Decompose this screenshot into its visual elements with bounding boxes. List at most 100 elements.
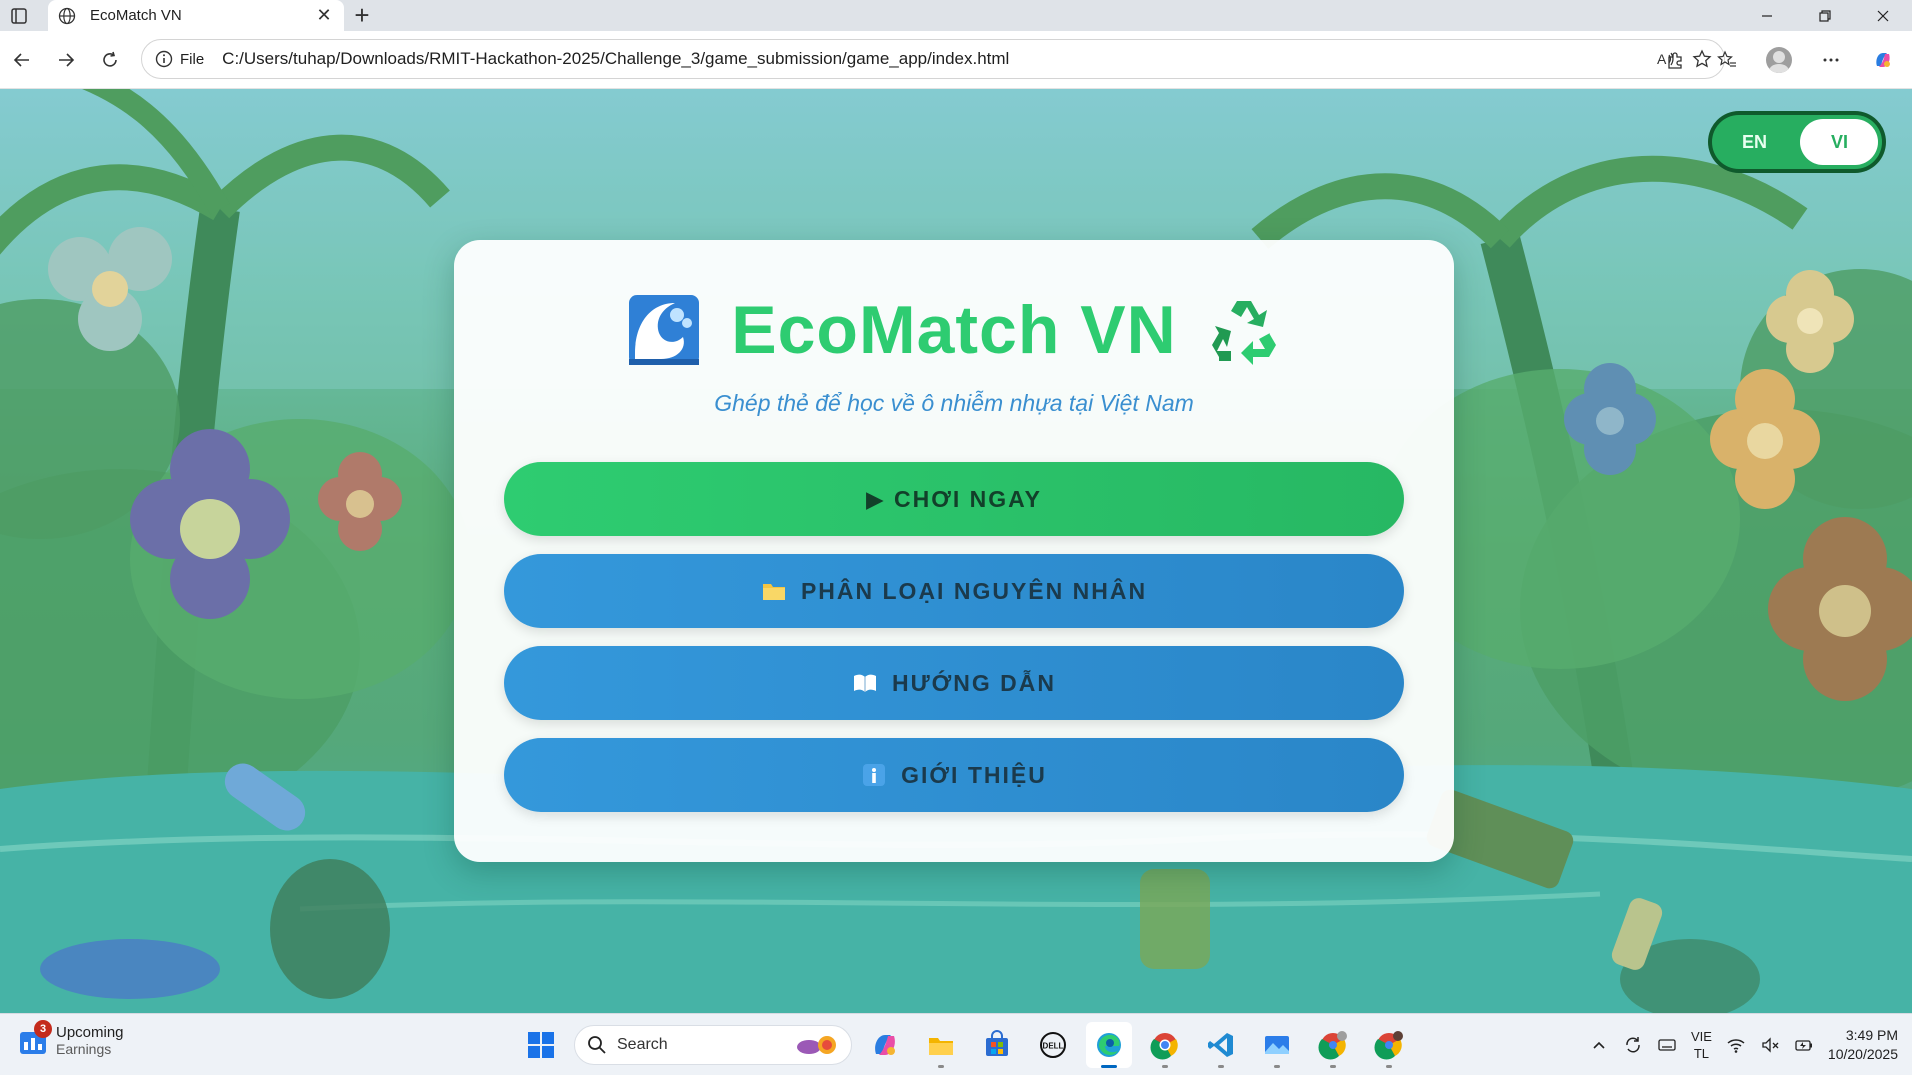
stocks-widget-icon: 3 (18, 1019, 52, 1056)
widget-subtitle: Earnings (56, 1041, 112, 1057)
play-button-label: ▶ CHƠI NGAY (865, 485, 1043, 512)
guide-button-label: HƯỚNG DẪN (891, 669, 1057, 696)
search-icon (588, 1036, 606, 1054)
browser-toolbar: File C:/Users/tuhap/Downloads/RMIT-Hacka… (0, 31, 1912, 89)
browser-tab[interactable]: EcoMatch VN ✕ (48, 0, 344, 31)
keyboard-icon[interactable] (1657, 1035, 1677, 1055)
back-button[interactable] (0, 38, 44, 82)
edge-icon (1097, 1033, 1121, 1057)
book-icon (852, 670, 878, 696)
favorites-button[interactable] (1704, 38, 1750, 82)
more-menu-button[interactable] (1808, 38, 1854, 82)
battery-charging-icon[interactable] (1794, 1035, 1814, 1055)
classify-button-label: PHÂN LOẠI NGUYÊN NHÂN (800, 577, 1148, 604)
search-highlight-icon (797, 1036, 836, 1054)
close-icon (1877, 10, 1889, 21)
taskbar-chrome-2[interactable] (1310, 1022, 1356, 1068)
input-language-layout: TL (1693, 1046, 1710, 1061)
refresh-button[interactable] (88, 38, 132, 82)
minimize-button[interactable] (1738, 0, 1796, 31)
new-tab-button[interactable]: + (344, 0, 380, 31)
avatar (1766, 47, 1792, 73)
play-now-button[interactable]: ▶ CHƠI NGAY (504, 462, 1404, 536)
browser-tab-strip: EcoMatch VN ✕ + (0, 0, 1912, 31)
about-button-label: GIỚI THIỆU (901, 761, 1047, 788)
chrome-icon (1150, 1033, 1178, 1060)
widget-title: Upcoming (56, 1024, 124, 1041)
store-icon (986, 1030, 1008, 1056)
address-bar[interactable]: File C:/Users/tuhap/Downloads/RMIT-Hacka… (141, 39, 1725, 79)
address-scheme: File (180, 50, 205, 68)
svg-text:DELL: DELL (1043, 1042, 1064, 1051)
copilot-icon (875, 1035, 895, 1055)
photos-icon (1265, 1036, 1289, 1054)
main-menu-card: EcoMatch VN Ghép thẻ để học về ô nhiễm n… (454, 240, 1454, 862)
water-wave-icon (629, 295, 700, 365)
address-url[interactable]: C:/Users/tuhap/Downloads/RMIT-Hackathon-… (222, 49, 1656, 69)
system-tray: VIE TL 3:49 PM 10/20/2025 (1589, 1022, 1898, 1068)
lang-option-en[interactable]: EN (1712, 132, 1797, 153)
input-language[interactable]: VIE TL (1691, 1028, 1712, 1062)
start-button[interactable] (518, 1022, 564, 1068)
taskbar-file-explorer[interactable] (918, 1022, 964, 1068)
extensions-button[interactable] (1652, 38, 1698, 82)
chrome-profile-icon (1318, 1031, 1347, 1060)
more-dots-icon (1823, 58, 1839, 62)
classify-causes-button[interactable]: PHÂN LOẠI NGUYÊN NHÂN (504, 554, 1404, 628)
language-toggle-track: EN VI (1712, 115, 1882, 169)
widgets-button[interactable]: 3 Upcoming Earnings (18, 1019, 124, 1057)
window-controls (1738, 0, 1912, 31)
copilot-icon (1876, 53, 1890, 67)
vscode-icon (1208, 1033, 1233, 1057)
clock-date: 10/20/2025 (1827, 1046, 1898, 1062)
close-window-button[interactable] (1854, 0, 1912, 31)
tab-close-icon[interactable]: ✕ (314, 5, 334, 26)
favorites-list-icon (1717, 50, 1736, 67)
dell-icon: DELL (1040, 1032, 1066, 1058)
about-button[interactable]: GIỚI THIỆU (504, 738, 1404, 812)
copilot-button[interactable] (1860, 38, 1906, 82)
language-toggle[interactable]: EN VI (1708, 111, 1886, 173)
taskbar-copilot[interactable] (862, 1022, 908, 1068)
recycle-icon (1211, 301, 1276, 365)
widget-badge: 3 (34, 1019, 52, 1038)
sync-icon[interactable] (1623, 1035, 1643, 1055)
taskbar-chrome-3[interactable] (1366, 1022, 1412, 1068)
restore-icon (1819, 9, 1831, 22)
game-page: EN VI EcoMatch VN Ghép thẻ để học về ô n… (0, 89, 1912, 1013)
info-icon[interactable] (154, 49, 174, 69)
lang-option-vi[interactable]: VI (1797, 132, 1882, 153)
taskbar-store[interactable] (974, 1022, 1020, 1068)
windows-taskbar: 3 Upcoming Earnings Search DELL VIE TL 3… (0, 1013, 1912, 1075)
forward-button[interactable] (44, 38, 88, 82)
taskbar-vscode[interactable] (1198, 1022, 1244, 1068)
tab-title: EcoMatch VN (90, 7, 182, 24)
taskbar-dell[interactable]: DELL (1030, 1022, 1076, 1068)
refresh-icon (103, 51, 117, 67)
taskbar-chrome-1[interactable] (1142, 1022, 1188, 1068)
taskbar-photos[interactable] (1254, 1022, 1300, 1068)
minimize-icon (1762, 14, 1772, 17)
arrow-right-icon (59, 52, 75, 67)
title-row: EcoMatch VN (454, 290, 1454, 370)
arrow-left-icon (13, 52, 29, 67)
speaker-muted-icon[interactable] (1760, 1035, 1780, 1055)
taskbar-edge[interactable] (1086, 1022, 1132, 1068)
folder-icon (761, 578, 787, 604)
game-subtitle: Ghép thẻ để học về ô nhiễm nhựa tại Việt… (714, 390, 1194, 416)
chevron-up-icon[interactable] (1589, 1035, 1609, 1055)
input-language-code: VIE (1690, 1029, 1712, 1044)
clock[interactable]: 3:49 PM 10/20/2025 (1828, 1026, 1898, 1064)
info-icon (861, 762, 887, 788)
clock-time: 3:49 PM (1845, 1027, 1898, 1043)
guide-button[interactable]: HƯỚNG DẪN (504, 646, 1404, 720)
folder-icon (929, 1038, 953, 1055)
chrome-profile-icon (1374, 1031, 1403, 1060)
restore-button[interactable] (1796, 0, 1854, 31)
taskbar-search[interactable]: Search (574, 1025, 852, 1065)
wifi-icon[interactable] (1726, 1035, 1746, 1055)
puzzle-icon (1668, 52, 1682, 69)
tab-actions-button[interactable] (0, 0, 38, 31)
profile-button[interactable] (1756, 38, 1802, 82)
windows-logo-icon (528, 1032, 554, 1058)
